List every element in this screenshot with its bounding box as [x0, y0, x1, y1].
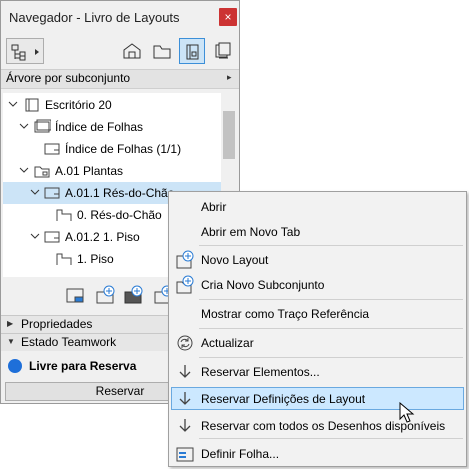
menu-item-show-trace-reference[interactable]: Mostrar como Traço Referência [171, 302, 464, 325]
tree-item-label: Índice de Folhas [55, 120, 144, 134]
new-layout-icon [176, 250, 194, 269]
project-map-tab[interactable] [119, 38, 145, 64]
menu-item-open-new-tab[interactable]: Abrir em Novo Tab [171, 220, 464, 243]
window-title: Navegador - Livro de Layouts [9, 10, 180, 25]
reserve-arrow-icon [179, 392, 191, 405]
menu-item-refresh[interactable]: Actualizar [171, 331, 464, 354]
chevron-right-icon: ▶ [7, 319, 14, 328]
publisher-sets-icon [215, 42, 231, 59]
menu-item-label: Abrir em Novo Tab [201, 225, 301, 239]
chevron-down-icon [8, 101, 18, 107]
project-map-dropdown-icon [11, 44, 39, 61]
refresh-icon [177, 335, 193, 351]
tree-item[interactable]: A.01 Plantas [3, 160, 221, 182]
menu-separator [199, 438, 463, 439]
menu-item-layout-settings[interactable]: Definir Folha... [171, 442, 464, 465]
tree-item[interactable]: Índice de Folhas (1/1) [3, 138, 221, 160]
tree-item-label: Escritório 20 [45, 98, 112, 112]
tree-scrollbar-thumb[interactable] [223, 111, 235, 159]
menu-separator [199, 328, 463, 329]
chevron-down-icon [30, 189, 40, 195]
subset-selector[interactable]: Árvore por subconjunto ▸ [1, 69, 239, 89]
publisher-sets-tab[interactable] [210, 38, 236, 64]
menu-item-new-subset[interactable]: Cria Novo Subconjunto [171, 273, 464, 296]
layout-book-tab[interactable] [179, 38, 205, 64]
drawing-icon [56, 253, 72, 265]
title-bar[interactable]: Navegador - Livro de Layouts × [1, 1, 239, 33]
tree-item-label: A.01 Plantas [55, 164, 124, 178]
map-dropdown-button[interactable] [6, 38, 44, 64]
drawing-icon [56, 209, 72, 221]
layout-icon [44, 231, 60, 243]
subset-selector-label: Árvore por subconjunto [6, 71, 131, 85]
tree-item-label: 0. Rés-do-Chão [77, 208, 162, 222]
menu-item-label: Cria Novo Subconjunto [201, 278, 325, 292]
layout-book-icon [25, 98, 39, 112]
layout-book-icon [186, 44, 199, 60]
close-icon: × [224, 10, 232, 24]
section-label: Propriedades [21, 317, 93, 331]
view-map-icon [153, 45, 171, 59]
context-menu: Abrir Abrir em Novo Tab Novo Layout Cria… [168, 191, 467, 467]
chevron-down-icon [19, 167, 29, 173]
layout-settings-icon [176, 447, 194, 462]
menu-item-label: Abrir [201, 200, 227, 214]
chevron-down-icon: ▼ [7, 337, 15, 346]
menu-item-new-layout[interactable]: Novo Layout [171, 248, 464, 271]
master-layout-icon [34, 119, 51, 133]
chevron-down-icon [19, 123, 29, 129]
tree-item-label: 1. Piso [77, 252, 114, 266]
layout-icon [44, 187, 60, 199]
chevron-right-icon: ▸ [227, 72, 232, 82]
menu-item-label: Definir Folha... [201, 447, 280, 461]
menu-item-label: Reservar Definições de Layout [201, 392, 366, 406]
menu-separator [199, 357, 463, 358]
menu-item-label: Reservar Elementos... [201, 365, 320, 379]
menu-item-label: Actualizar [201, 336, 254, 350]
tree-item-label: A.01.1 Rés-do-Chão [65, 186, 175, 200]
view-map-tab[interactable] [149, 38, 175, 64]
new-subset-icon[interactable] [95, 285, 119, 309]
chevron-down-icon [30, 233, 40, 239]
section-label: Estado Teamwork [21, 335, 117, 349]
subset-folder-icon [34, 166, 50, 178]
menu-item-label: Mostrar como Traço Referência [201, 307, 370, 321]
new-subset-icon [176, 275, 194, 294]
reserve-arrow-icon [179, 365, 191, 378]
menu-item-reserve-elements[interactable]: Reservar Elementos... [171, 360, 464, 383]
close-button[interactable]: × [219, 8, 237, 26]
layout-sheet-icon [44, 143, 60, 155]
menu-separator [199, 245, 463, 246]
menu-separator [199, 299, 463, 300]
status-dot-icon [8, 359, 22, 373]
reserve-arrow-icon [179, 419, 191, 432]
tree-item[interactable]: Índice de Folhas [3, 116, 221, 138]
tree-item-label: A.01.2 1. Piso [65, 230, 140, 244]
teamwork-status-text: Livre para Reserva [29, 359, 137, 373]
tree-item-label: Índice de Folhas (1/1) [65, 142, 182, 156]
project-map-icon [123, 43, 141, 59]
tree-item[interactable]: Escritório 20 [3, 94, 221, 116]
mouse-cursor-icon [399, 402, 415, 423]
menu-item-reserve-layout-settings[interactable]: Reservar Definições de Layout [171, 387, 464, 410]
menu-item-reserve-with-drawings[interactable]: Reservar com todos os Desenhos disponíve… [171, 414, 464, 437]
new-layout-icon[interactable] [65, 285, 89, 309]
menu-item-label: Novo Layout [201, 253, 269, 267]
menu-item-open[interactable]: Abrir [171, 195, 464, 218]
new-master-icon[interactable] [123, 285, 147, 309]
